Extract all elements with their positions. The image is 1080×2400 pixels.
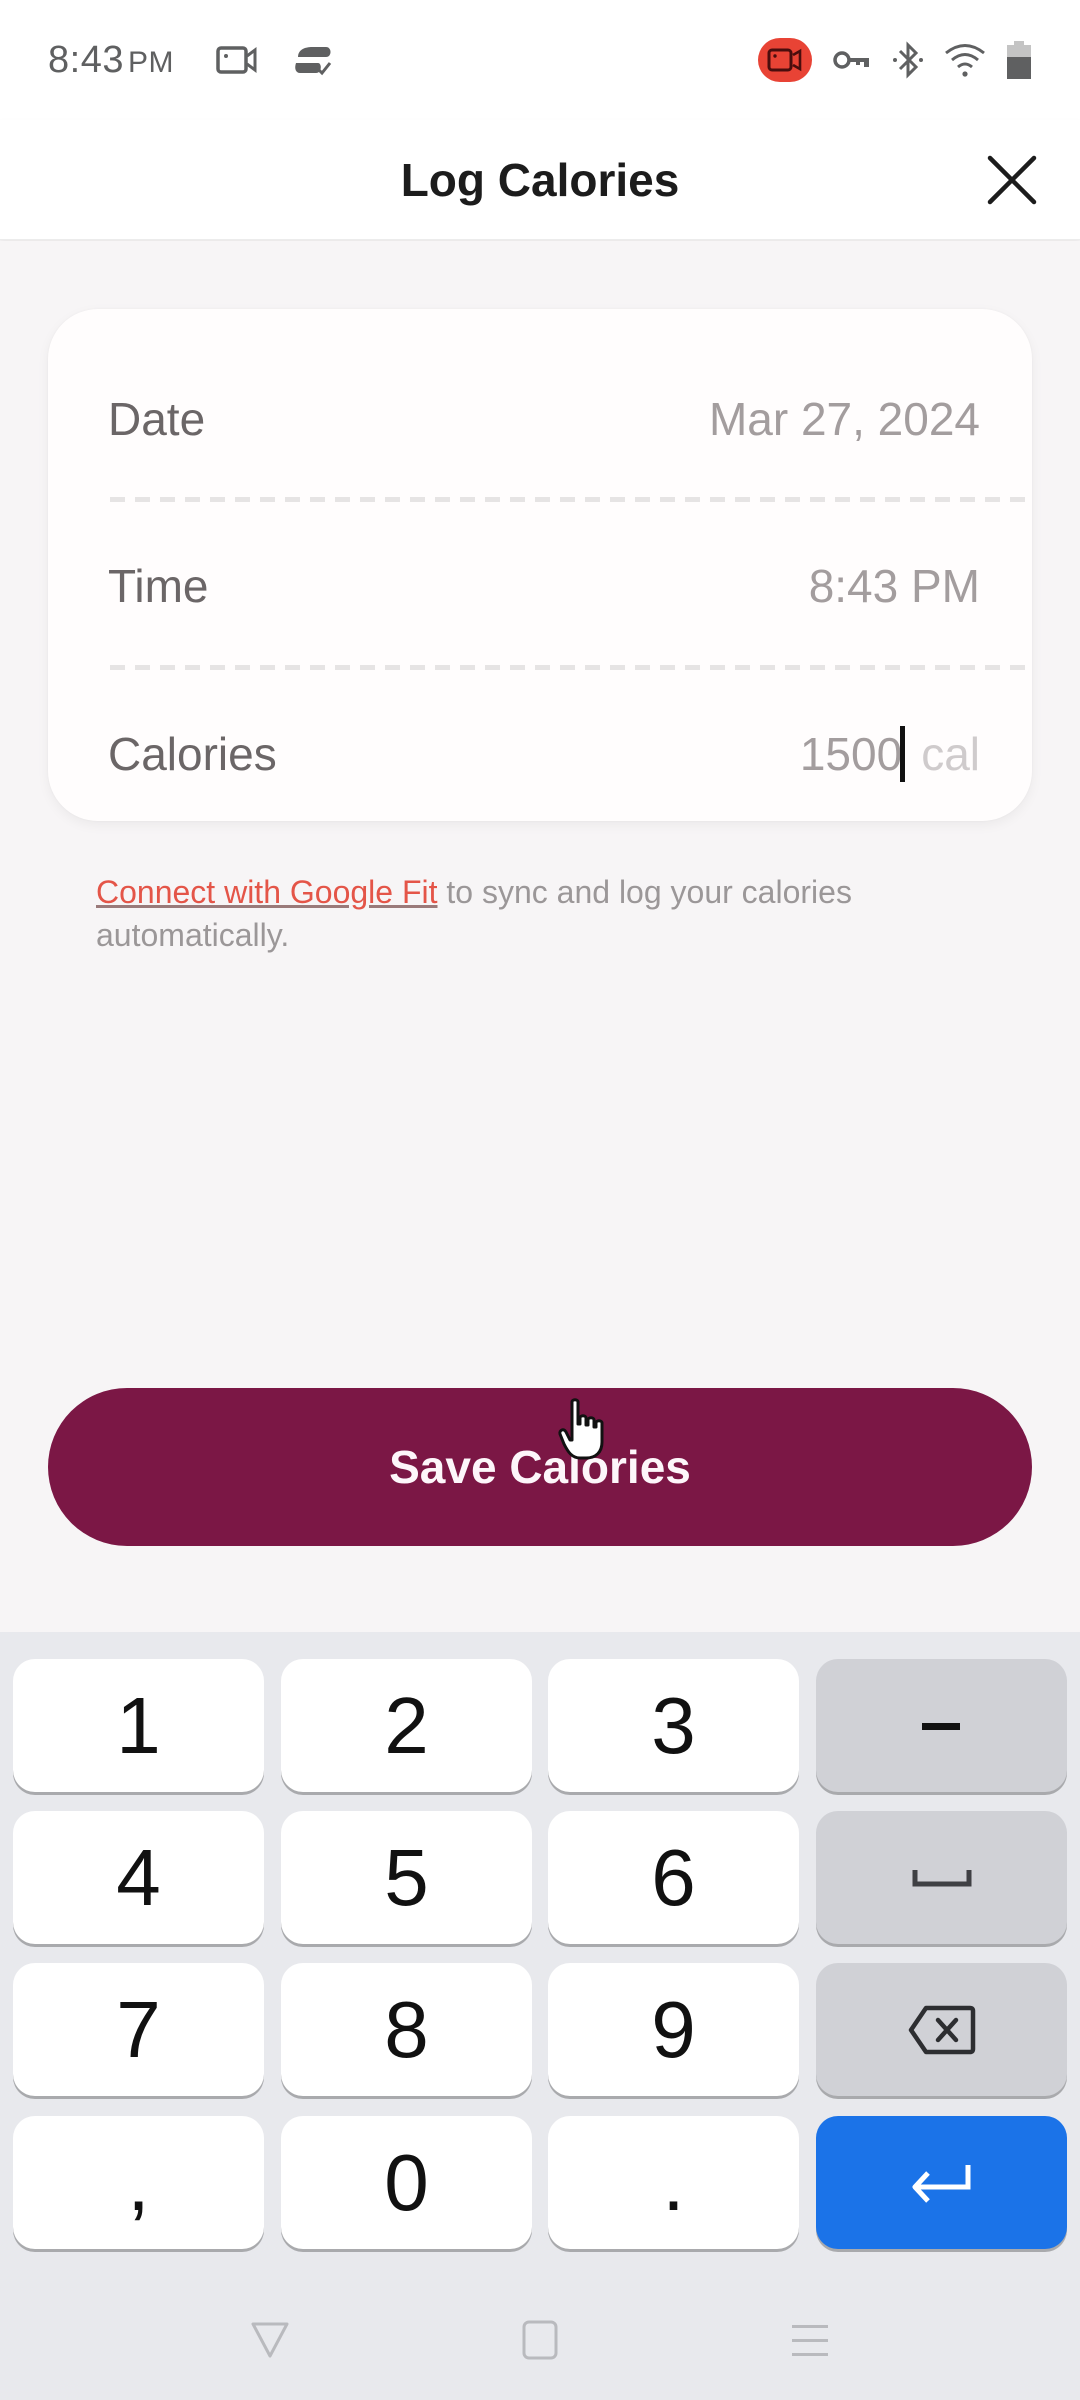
key-period[interactable]: . — [548, 2116, 799, 2249]
minus-icon — [921, 1721, 962, 1731]
calories-input[interactable]: 1500 cal — [800, 726, 980, 782]
text-caret — [900, 726, 906, 782]
log-form-card: Date Mar 27, 2024 Time 8:43 PM Calories … — [48, 309, 1032, 821]
date-row[interactable]: Date Mar 27, 2024 — [108, 364, 980, 474]
page-title: Log Calories — [400, 153, 680, 206]
key-space[interactable] — [816, 1811, 1067, 1944]
app-header: Log Calories — [0, 120, 1080, 240]
key-label: 4 — [116, 1832, 161, 1922]
divider — [110, 665, 1032, 670]
key-minus[interactable] — [816, 1659, 1067, 1792]
time-label: Time — [108, 560, 209, 612]
key-3[interactable]: 3 — [548, 1659, 799, 1792]
key-label: . — [662, 2137, 685, 2227]
key-comma[interactable]: , — [13, 2116, 264, 2249]
key-label: 0 — [384, 2137, 429, 2227]
key-9[interactable]: 9 — [548, 1963, 799, 2096]
key-0[interactable]: 0 — [281, 2116, 532, 2249]
save-calories-button[interactable]: Save Calories — [48, 1388, 1032, 1546]
screen-record-icon — [216, 45, 258, 75]
divider — [110, 497, 1032, 502]
system-nav-bar — [0, 2270, 1080, 2400]
key-label: 3 — [651, 1680, 696, 1770]
hand-cursor-icon — [558, 1398, 608, 1462]
status-time: 8:43 PM — [48, 39, 174, 82]
content-area: Date Mar 27, 2024 Time 8:43 PM Calories … — [0, 241, 1080, 1631]
close-button[interactable] — [978, 146, 1046, 214]
sync-check-icon — [292, 43, 334, 77]
key-4[interactable]: 4 — [13, 1811, 264, 1944]
key-label: 1 — [116, 1680, 161, 1770]
wifi-icon — [944, 42, 986, 78]
calories-row: Calories 1500 cal — [108, 699, 980, 809]
nav-back-button[interactable] — [230, 2310, 310, 2370]
key-5[interactable]: 5 — [281, 1811, 532, 1944]
key-backspace[interactable] — [816, 1963, 1067, 2096]
nav-home-button[interactable] — [500, 2310, 580, 2370]
home-icon — [522, 2320, 558, 2360]
key-enter[interactable] — [816, 2116, 1067, 2249]
key-label: , — [127, 2137, 150, 2227]
save-calories-label: Save Calories — [389, 1441, 691, 1493]
key-label: 5 — [384, 1832, 429, 1922]
nav-recents-button[interactable] — [770, 2310, 850, 2370]
key-2[interactable]: 2 — [281, 1659, 532, 1792]
recents-icon — [790, 2320, 830, 2360]
calories-unit: cal — [921, 728, 980, 780]
calories-input-value[interactable]: 1500 — [800, 727, 902, 781]
battery-icon — [1006, 40, 1032, 80]
key-label: 2 — [384, 1680, 429, 1770]
key-1[interactable]: 1 — [13, 1659, 264, 1792]
key-label: 7 — [116, 1984, 161, 2074]
bluetooth-icon — [892, 40, 924, 80]
backspace-icon — [908, 2004, 976, 2056]
key-label: 9 — [651, 1984, 696, 2074]
date-label: Date — [108, 393, 206, 445]
key-label: 8 — [384, 1984, 429, 2074]
status-time-ampm: PM — [127, 45, 174, 79]
time-value[interactable]: 8:43 PM — [809, 559, 980, 613]
enter-icon — [910, 2163, 974, 2203]
key-8[interactable]: 8 — [281, 1963, 532, 2096]
status-time-value: 8:43 — [48, 38, 124, 81]
key-label: 6 — [651, 1832, 696, 1922]
numeric-keyboard: 1 2 3 4 5 6 7 8 9 , 0 . — [0, 1632, 1080, 2400]
date-value[interactable]: Mar 27, 2024 — [709, 392, 980, 446]
google-fit-note: Connect with Google Fit to sync and log … — [96, 871, 996, 957]
vpn-key-icon — [832, 47, 872, 73]
calories-label: Calories — [108, 728, 277, 780]
key-6[interactable]: 6 — [548, 1811, 799, 1944]
connect-google-fit-link[interactable]: Connect with Google Fit — [96, 874, 438, 910]
back-icon — [250, 2321, 290, 2359]
status-bar: 8:43 PM — [0, 0, 1080, 120]
key-7[interactable]: 7 — [13, 1963, 264, 2096]
recording-indicator-icon — [758, 38, 812, 82]
space-icon — [912, 1868, 972, 1888]
time-row[interactable]: Time 8:43 PM — [108, 531, 980, 641]
close-icon — [986, 154, 1038, 206]
